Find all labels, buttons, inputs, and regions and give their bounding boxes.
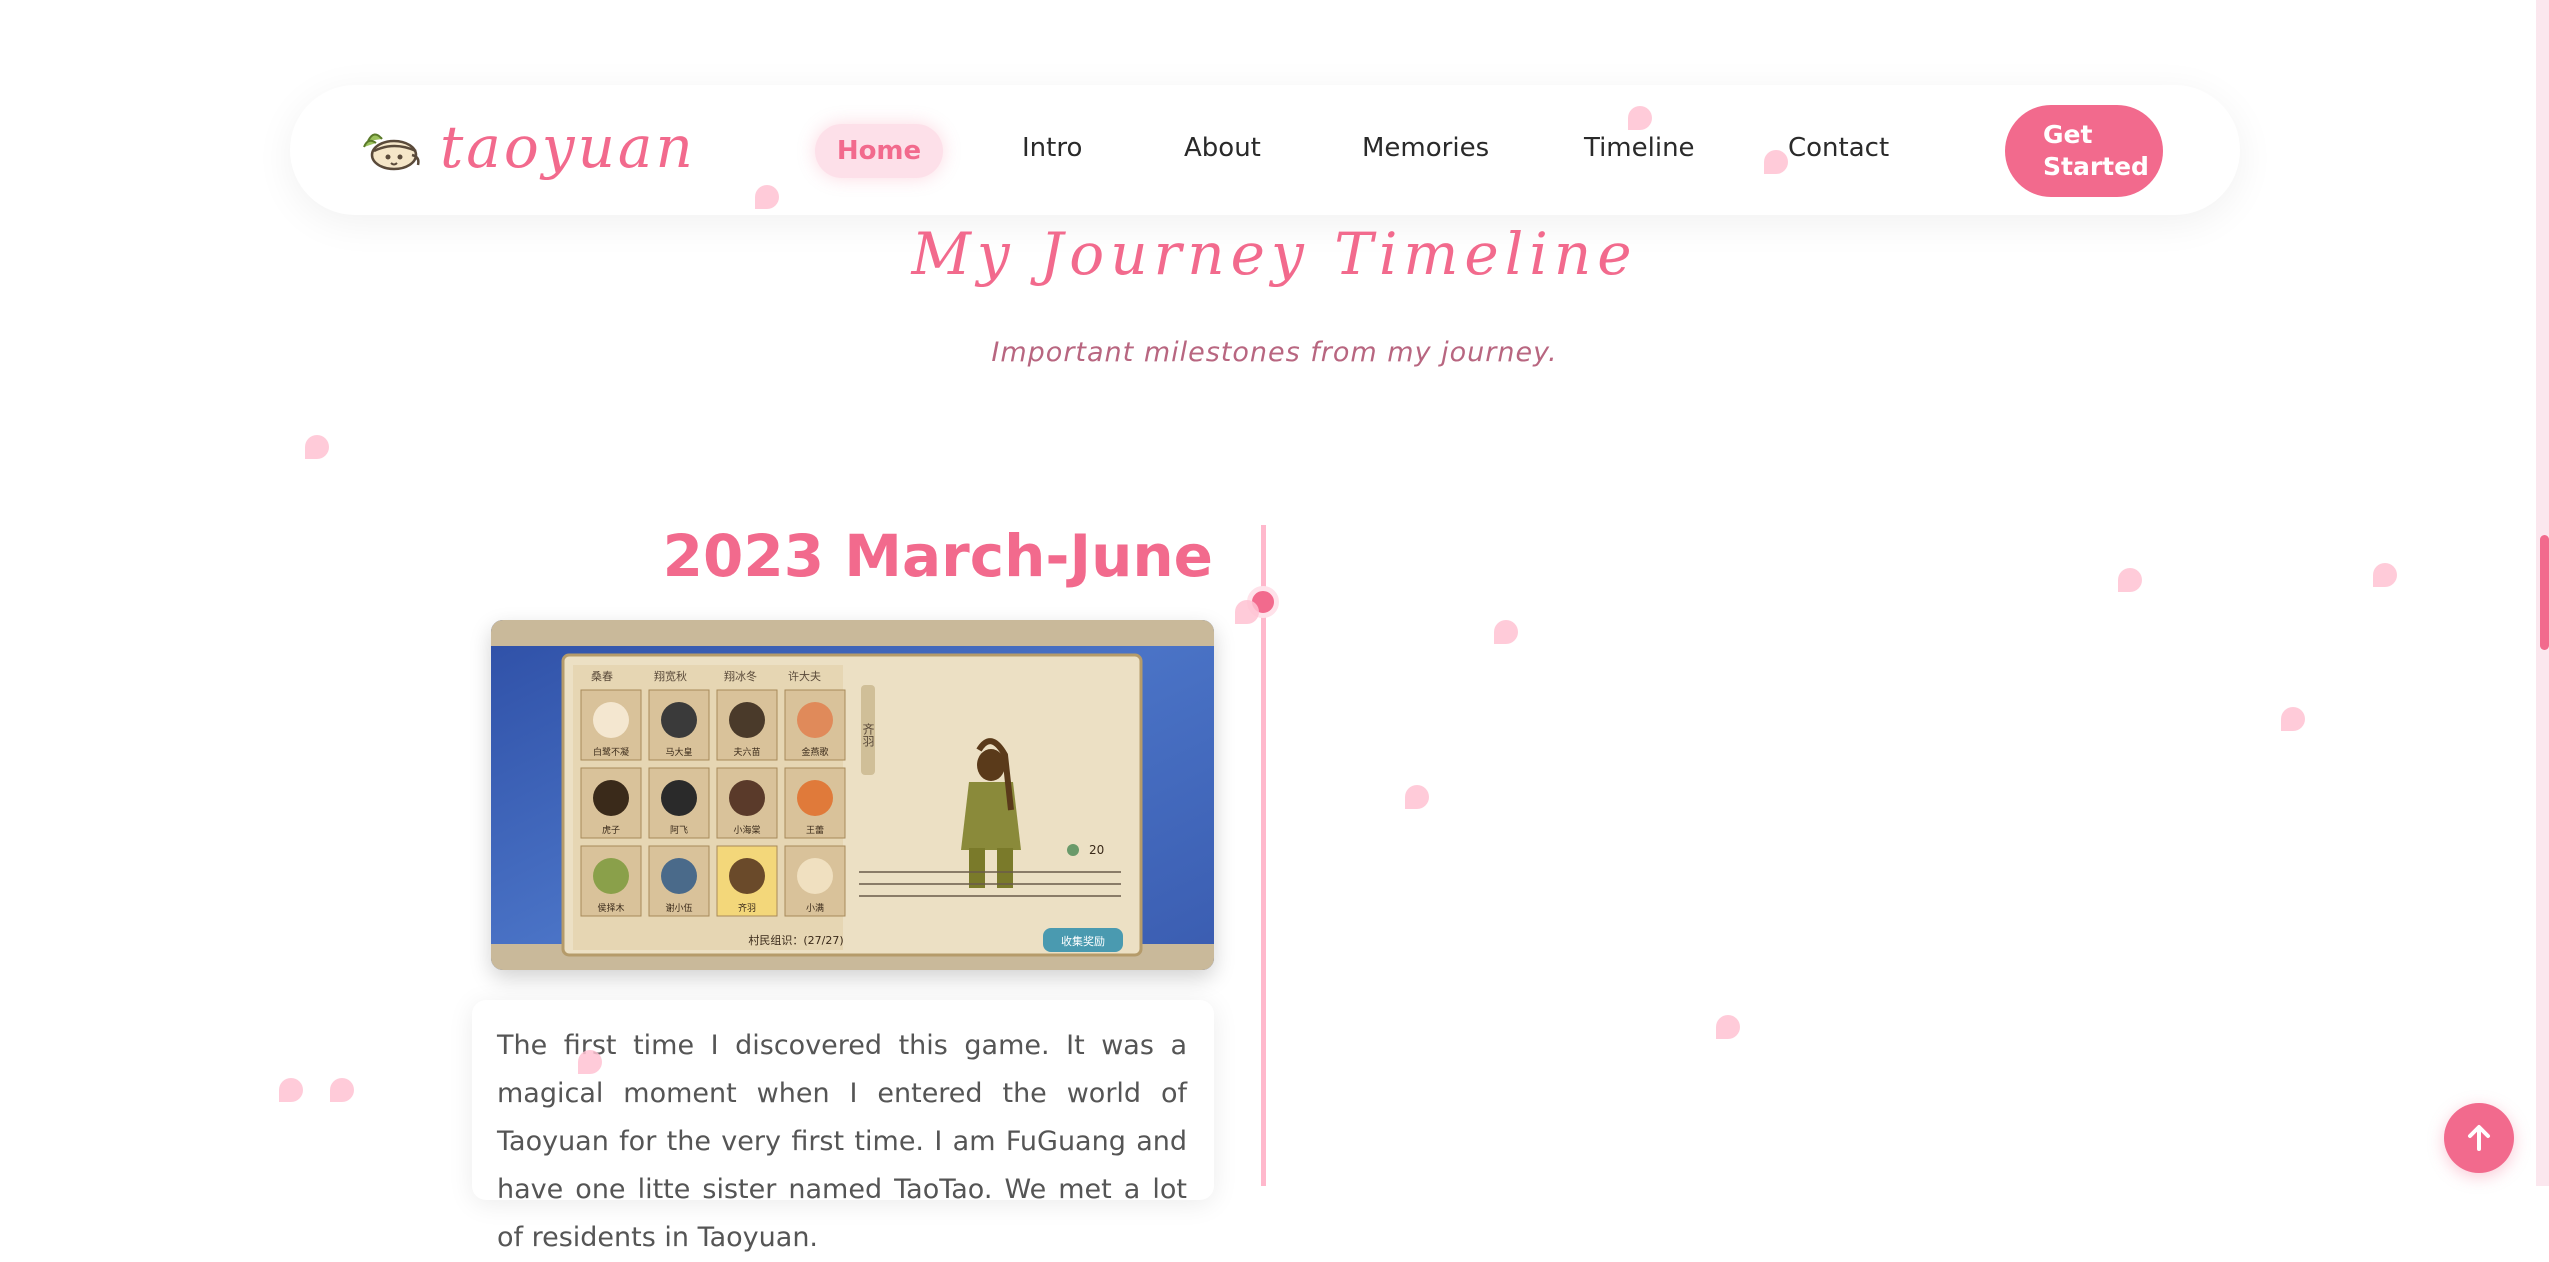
petal-decoration: [1494, 620, 1518, 644]
timeline-entry-card: The first time I discovered this game. I…: [472, 1000, 1214, 1253]
scrollbar-thumb[interactable]: [2540, 535, 2549, 650]
get-started-button[interactable]: Get Started: [2005, 105, 2163, 197]
page-subtitle: Important milestones from my journey.: [991, 337, 1558, 368]
petal-decoration: [2281, 707, 2305, 731]
petal-decoration: [1764, 150, 1788, 174]
character-name: 齐羽: [738, 902, 756, 914]
logo[interactable]: taoyuan: [360, 113, 696, 181]
character-name: 马大皇: [665, 746, 692, 758]
collect-reward-button: 收集奖励: [1061, 934, 1105, 948]
collection-progress: 村民组识：(27/27): [748, 933, 843, 947]
tab-label: 翔冰冬: [724, 669, 757, 683]
tab-label: 许大夫: [788, 669, 821, 683]
petal-decoration: [330, 1078, 354, 1102]
petal-decoration: [2118, 568, 2142, 592]
petal-decoration: [1628, 106, 1652, 130]
character-name: 阿飞: [670, 825, 688, 836]
page-scrollbar[interactable]: [2536, 0, 2549, 1186]
page-title: My Journey Timeline: [911, 220, 1638, 288]
petal-decoration: [279, 1078, 303, 1102]
character-name: 白鹭不凝: [593, 746, 629, 758]
petal-decoration: [755, 185, 779, 209]
timeline-line: [1261, 525, 1266, 1186]
tab-label: 桑春: [591, 670, 613, 683]
logo-text: taoyuan: [440, 113, 696, 181]
nav-link-about[interactable]: About: [1184, 133, 1261, 163]
nav-link-intro[interactable]: Intro: [1022, 133, 1082, 163]
character-name: 夫六苗: [733, 746, 760, 758]
timeline-entry-image: 桑春 翔宽秋 翔冰冬 许大夫 白鹭不凝 马大皇 夫六苗 金燕歌 虎子 阿飞 小海…: [491, 620, 1214, 970]
navbar: taoyuan Home Intro About Memories Timeli…: [290, 85, 2240, 215]
nav-link-timeline[interactable]: Timeline: [1584, 133, 1695, 163]
item-count: 20: [1089, 843, 1104, 857]
nav-link-memories[interactable]: Memories: [1362, 133, 1489, 163]
nav-link-contact[interactable]: Contact: [1788, 133, 1889, 163]
game-screenshot: 桑春 翔宽秋 翔冰冬 许大夫 白鹭不凝 马大皇 夫六苗 金燕歌 虎子 阿飞 小海…: [491, 620, 1214, 970]
cat-bowl-icon: [363, 133, 420, 171]
arrow-up-icon: [2468, 1125, 2490, 1151]
character-name: 侯择木: [597, 902, 624, 914]
back-to-top-button[interactable]: [2444, 1103, 2514, 1173]
character-name: 谢小伍: [665, 902, 692, 914]
petal-decoration: [1235, 600, 1259, 624]
tab-label: 翔宽秋: [654, 669, 687, 683]
character-name: 金燕歌: [801, 746, 828, 758]
nav-link-home[interactable]: Home: [815, 124, 943, 178]
petal-decoration: [1405, 785, 1429, 809]
character-name: 虎子: [602, 824, 620, 836]
selected-character-label: 齐羽: [861, 722, 875, 747]
character-name: 小海棠: [733, 824, 760, 836]
petal-decoration: [578, 1050, 602, 1074]
timeline-entry-date: 2023 March-June: [662, 522, 1213, 590]
character-name: 小满: [806, 903, 824, 914]
petal-decoration: [1716, 1015, 1740, 1039]
petal-decoration: [2373, 563, 2397, 587]
petal-decoration: [305, 435, 329, 459]
character-name: 王蕾: [806, 824, 824, 836]
